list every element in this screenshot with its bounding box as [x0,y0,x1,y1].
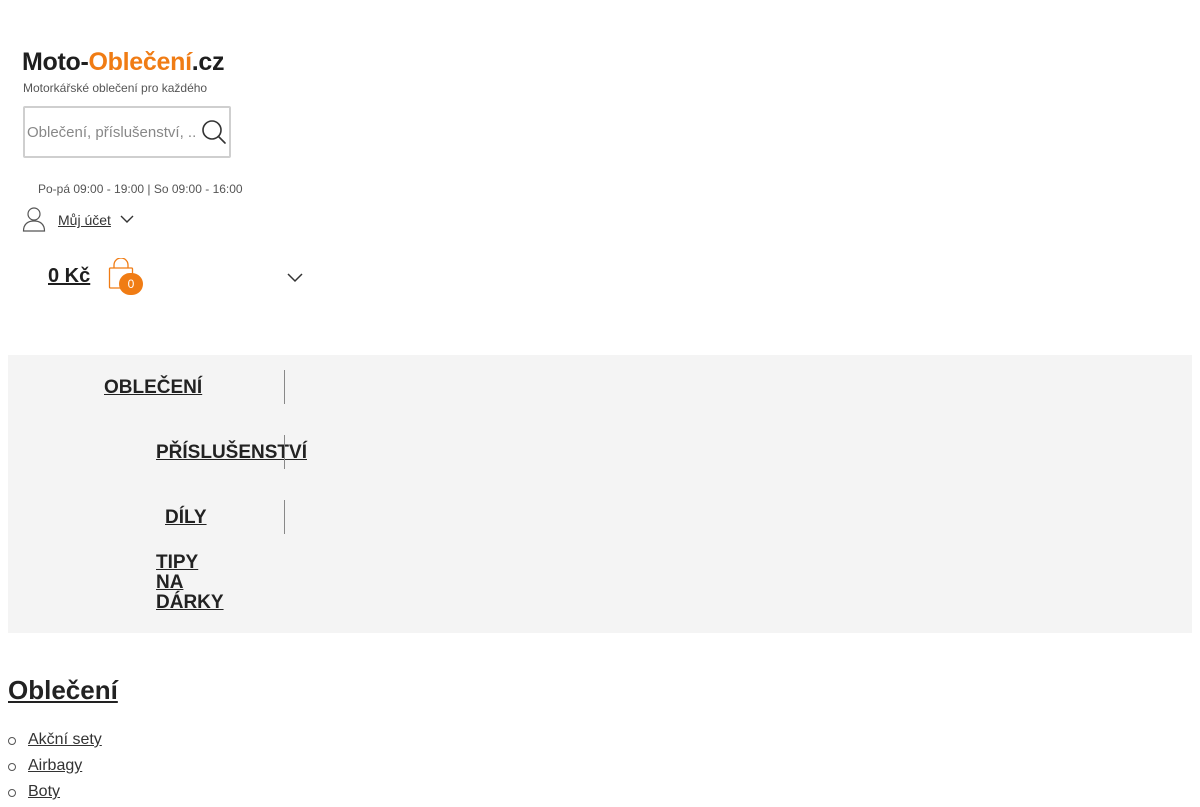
subcategory-link-airbagy[interactable]: Airbagy [28,755,82,777]
chevron-down-icon [287,273,303,283]
search-icon [202,120,226,144]
cart-dropdown-toggle[interactable] [286,270,304,288]
nav-item-dily[interactable]: DÍLY [165,508,207,528]
nav-separator [284,500,285,534]
logo-wordmark: Moto-Oblečení.cz [22,48,224,77]
site-logo[interactable]: Moto-Oblečení.cz Motorkářské oblečení pr… [22,48,272,98]
account-link[interactable]: Můj účet [22,206,142,232]
search-button[interactable] [199,117,229,147]
bullet-icon [8,789,16,797]
subcategory-link-akcni-sety[interactable]: Akční sety [28,729,102,751]
search-box [23,106,231,158]
nav-item-line: TIPY [156,552,199,573]
chevron-down-icon [120,215,134,223]
search-input[interactable] [27,108,195,156]
nav-item-line: DÁRKY [156,592,224,613]
nav-item-line: NA [156,572,184,593]
logo-tagline: Motorkářské oblečení pro každého [23,81,208,95]
account-label: Můj účet [58,212,111,228]
cart-link[interactable]: 0 Kč 0 [48,258,148,300]
bullet-icon [8,737,16,745]
main-nav: OBLEČENÍ PŘÍSLUŠENSTVÍ DÍLY TIPY NA DÁRKY [8,355,1192,633]
nav-separator [284,370,285,404]
cart-total: 0 Kč [48,265,91,287]
user-icon [22,207,46,232]
nav-item-tipy-na-darky[interactable]: TIPY NA DÁRKY [156,553,224,613]
nav-item-obleceni[interactable]: OBLEČENÍ [104,378,202,398]
logo-suffix: .cz [191,48,225,76]
cart-count-badge: 0 [119,273,143,295]
opening-hours: Po-pá 09:00 - 19:00 | So 09:00 - 16:00 [38,182,243,196]
category-title[interactable]: Oblečení [8,675,118,706]
nav-separator [284,435,285,469]
bullet-icon [8,763,16,771]
logo-dark-part: Moto- [22,48,89,76]
logo-accent-part: Oblečení [88,48,193,76]
